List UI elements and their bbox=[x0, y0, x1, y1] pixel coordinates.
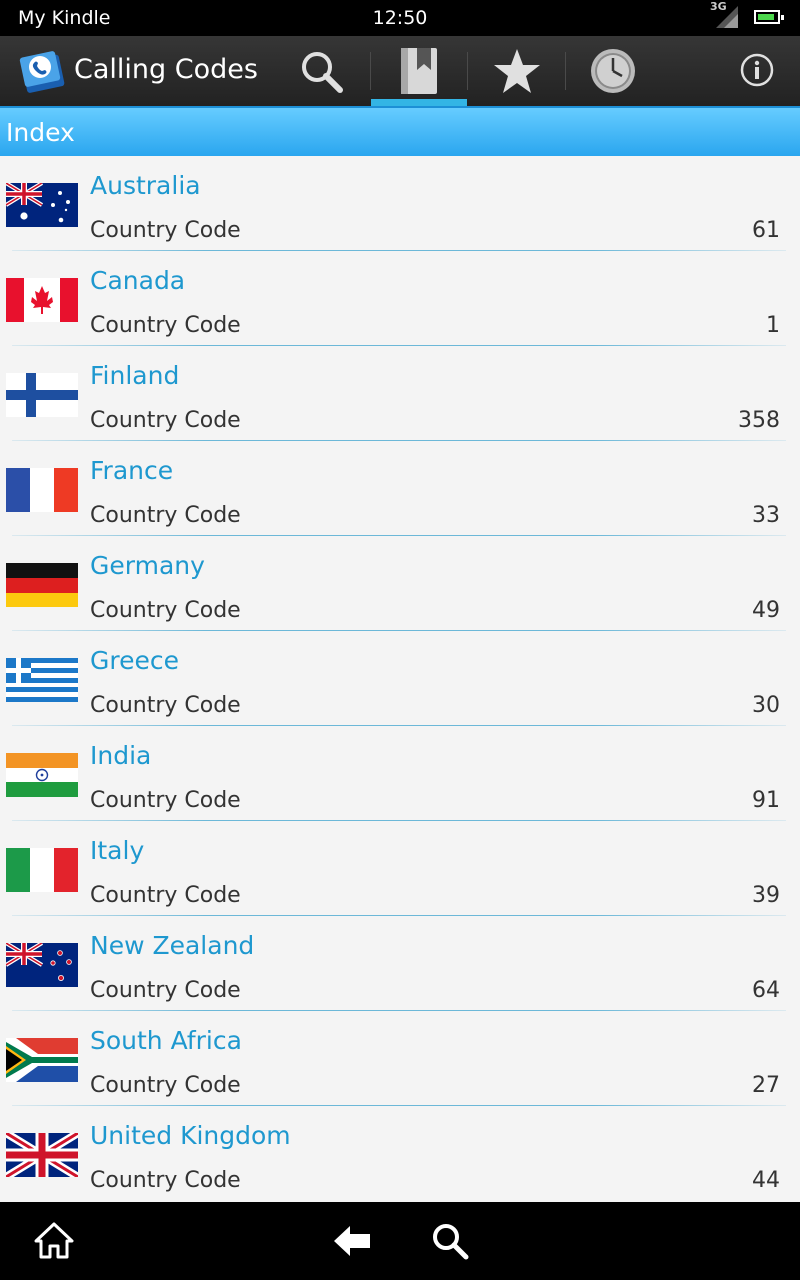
code-value: 44 bbox=[752, 1168, 780, 1193]
info-icon[interactable] bbox=[740, 53, 774, 87]
code-label: Country Code bbox=[90, 218, 241, 243]
back-arrow-icon[interactable] bbox=[332, 1221, 372, 1261]
india-flag-icon bbox=[6, 753, 78, 797]
code-label: Country Code bbox=[90, 503, 241, 528]
book-icon bbox=[401, 48, 437, 94]
code-value: 27 bbox=[752, 1073, 780, 1098]
code-value: 91 bbox=[752, 788, 780, 813]
france-flag-icon bbox=[6, 468, 78, 512]
code-label: Country Code bbox=[90, 978, 241, 1003]
united-kingdom-flag-icon bbox=[6, 1133, 78, 1177]
tab-active-indicator bbox=[371, 99, 467, 106]
country-name: Finland bbox=[90, 361, 180, 390]
code-value: 61 bbox=[752, 218, 780, 243]
code-label: Country Code bbox=[90, 313, 241, 338]
country-name: Italy bbox=[90, 836, 145, 865]
section-title: Index bbox=[6, 118, 75, 147]
list-item-france[interactable]: France Country Code 33 bbox=[0, 441, 800, 536]
code-label: Country Code bbox=[90, 788, 241, 813]
status-bar: My Kindle 12:50 3G bbox=[0, 0, 800, 36]
home-icon[interactable] bbox=[34, 1221, 74, 1261]
battery-icon bbox=[754, 10, 784, 24]
list-item-canada[interactable]: Canada Country Code 1 bbox=[0, 251, 800, 346]
nav-bar bbox=[0, 1202, 800, 1280]
code-value: 39 bbox=[752, 883, 780, 908]
australia-flag-icon bbox=[6, 183, 78, 227]
country-name: South Africa bbox=[90, 1026, 242, 1055]
star-icon bbox=[494, 49, 540, 93]
clock-icon bbox=[591, 49, 635, 93]
code-value: 33 bbox=[752, 503, 780, 528]
south-africa-flag-icon bbox=[6, 1038, 78, 1082]
country-name: United Kingdom bbox=[90, 1121, 291, 1150]
code-value: 1 bbox=[766, 313, 780, 338]
code-value: 358 bbox=[738, 408, 780, 433]
search-icon[interactable] bbox=[430, 1221, 470, 1261]
tab-history[interactable] bbox=[565, 36, 661, 106]
country-name: New Zealand bbox=[90, 931, 255, 960]
canada-flag-icon bbox=[6, 278, 78, 322]
phone-book-logo-icon bbox=[19, 51, 65, 93]
country-list[interactable]: Australia Country Code 61 Canada Country… bbox=[0, 156, 800, 1202]
code-label: Country Code bbox=[90, 598, 241, 623]
greece-flag-icon bbox=[6, 658, 78, 702]
tab-separator bbox=[467, 52, 468, 90]
action-bar: Calling Codes bbox=[0, 36, 800, 106]
code-label: Country Code bbox=[90, 408, 241, 433]
search-icon bbox=[302, 52, 343, 93]
country-name: India bbox=[90, 741, 152, 770]
country-name: France bbox=[90, 456, 174, 485]
country-name: Australia bbox=[90, 171, 201, 200]
code-label: Country Code bbox=[90, 1073, 241, 1098]
list-item-greece[interactable]: Greece Country Code 30 bbox=[0, 631, 800, 726]
tab-search[interactable] bbox=[273, 36, 369, 106]
tab-favorites[interactable] bbox=[469, 36, 565, 106]
country-name: Greece bbox=[90, 646, 179, 675]
app-title: Calling Codes bbox=[74, 54, 258, 85]
code-label: Country Code bbox=[90, 883, 241, 908]
list-item-italy[interactable]: Italy Country Code 39 bbox=[0, 821, 800, 916]
italy-flag-icon bbox=[6, 848, 78, 892]
list-item-finland[interactable]: Finland Country Code 358 bbox=[0, 346, 800, 441]
code-label: Country Code bbox=[90, 1168, 241, 1193]
list-item-south-africa[interactable]: South Africa Country Code 27 bbox=[0, 1011, 800, 1106]
code-label: Country Code bbox=[90, 693, 241, 718]
list-item-new-zealand[interactable]: New Zealand Country Code 64 bbox=[0, 916, 800, 1011]
network-type: 3G bbox=[710, 0, 727, 13]
code-value: 49 bbox=[752, 598, 780, 623]
code-value: 64 bbox=[752, 978, 780, 1003]
country-name: Canada bbox=[90, 266, 186, 295]
finland-flag-icon bbox=[6, 373, 78, 417]
list-item-united-kingdom[interactable]: United Kingdom Country Code 44 bbox=[0, 1106, 800, 1201]
status-time: 12:50 bbox=[372, 7, 428, 29]
new-zealand-flag-icon bbox=[6, 943, 78, 987]
list-item-australia[interactable]: Australia Country Code 61 bbox=[0, 156, 800, 251]
section-header: Index bbox=[0, 106, 800, 156]
tab-index[interactable] bbox=[371, 36, 467, 106]
germany-flag-icon bbox=[6, 563, 78, 607]
code-value: 30 bbox=[752, 693, 780, 718]
list-item-india[interactable]: India Country Code 91 bbox=[0, 726, 800, 821]
list-item-germany[interactable]: Germany Country Code 49 bbox=[0, 536, 800, 631]
country-name: Germany bbox=[90, 551, 205, 580]
